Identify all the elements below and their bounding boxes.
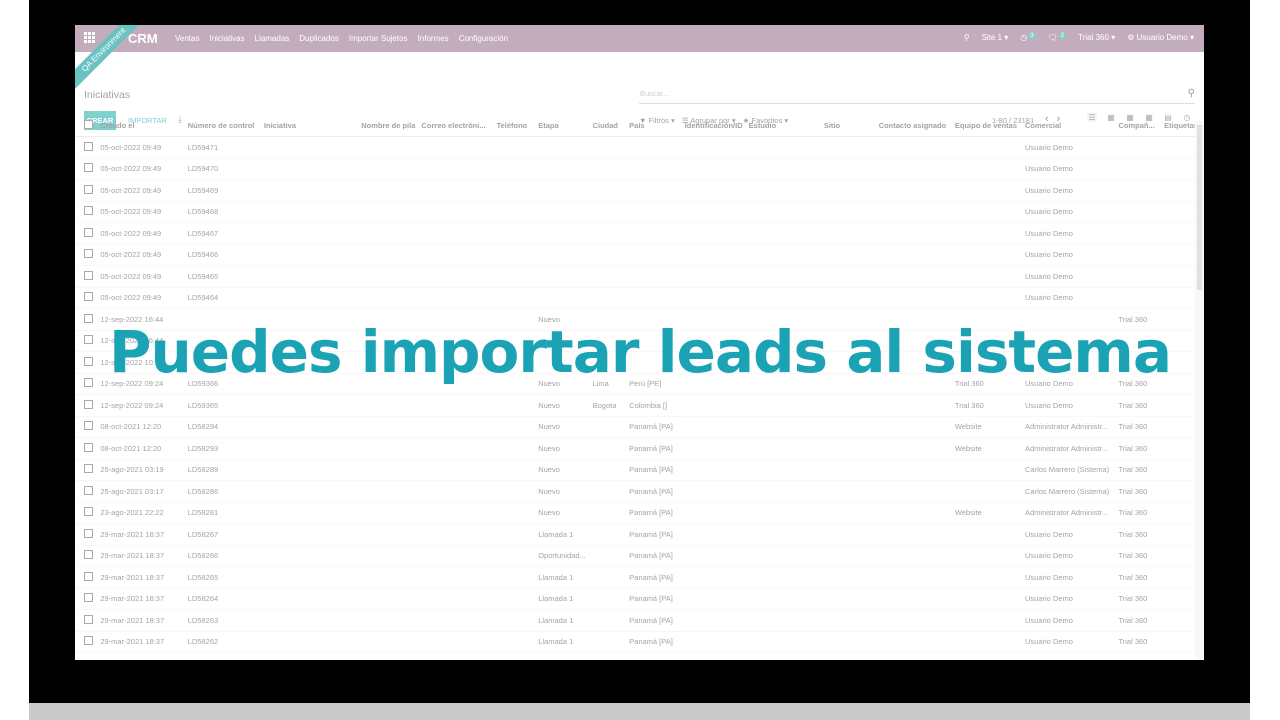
environment-ribbon-wrap: QA Environment <box>75 25 150 100</box>
monitor-stand <box>29 703 1250 720</box>
headline-caption: Puedes importar leads al sistema <box>108 318 1172 386</box>
environment-ribbon: QA Environment <box>75 25 148 94</box>
